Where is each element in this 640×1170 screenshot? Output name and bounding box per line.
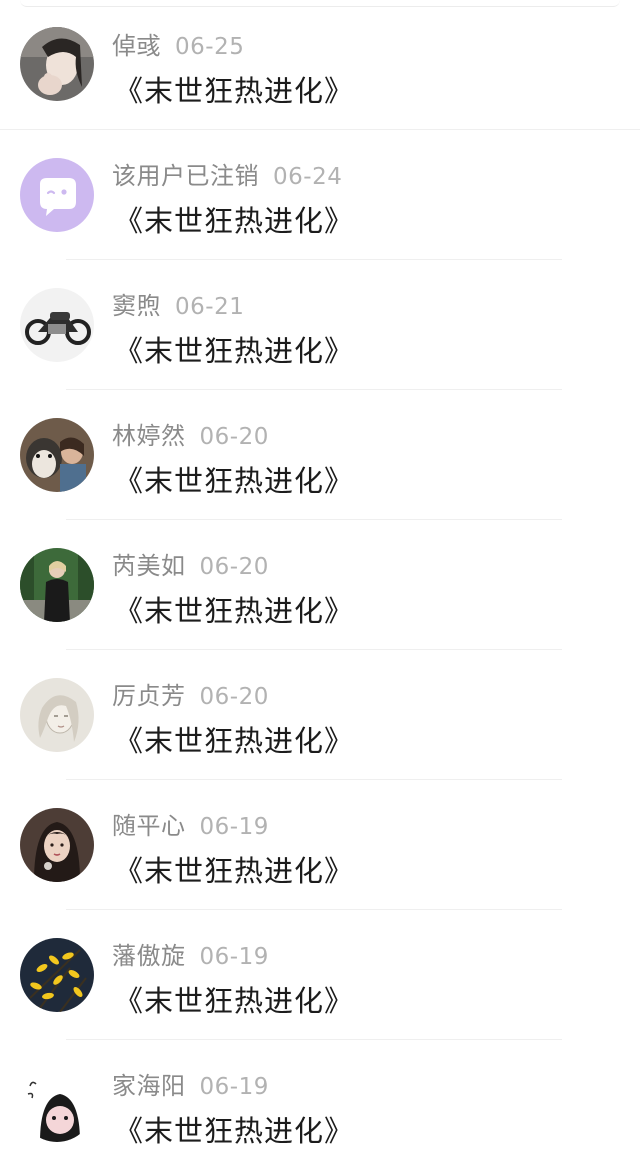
username[interactable]: 倬彧 <box>112 32 161 60</box>
book-title[interactable]: 《末世狂热进化》 <box>114 328 354 370</box>
avatar-woman-hand-icon <box>20 27 94 101</box>
list-item[interactable]: 该用户已注销 06-24 《末世狂热进化》 <box>0 130 640 260</box>
item-meta: 林婷然 06-20 <box>112 416 269 450</box>
item-meta: 随平心 06-19 <box>112 806 269 840</box>
post-date: 06-19 <box>199 944 269 970</box>
item-meta: 厉贞芳 06-20 <box>112 676 269 710</box>
item-meta: 倬彧 06-25 <box>112 26 245 60</box>
post-date: 06-20 <box>199 554 269 580</box>
motorcycle-icon <box>20 288 94 362</box>
username[interactable]: 芮美如 <box>112 552 186 580</box>
list-item[interactable]: 藩傲旋 06-19 《末世狂热进化》 <box>0 910 640 1040</box>
post-date: 06-25 <box>175 34 245 60</box>
username[interactable]: 窦煦 <box>112 292 161 320</box>
list-item[interactable]: 芮美如 06-20 《末世狂热进化》 <box>0 520 640 650</box>
list-item[interactable]: 倬彧 06-25 《末世狂热进化》 <box>0 0 640 130</box>
chat-bubble-icon <box>20 158 94 232</box>
username[interactable]: 藩傲旋 <box>112 942 186 970</box>
list-item[interactable]: 窦煦 06-21 《末世狂热进化》 <box>0 260 640 390</box>
username[interactable]: 厉贞芳 <box>112 682 186 710</box>
username[interactable]: 林婷然 <box>112 422 186 450</box>
post-date: 06-20 <box>199 424 269 450</box>
avatar[interactable] <box>20 938 94 1012</box>
username[interactable]: 该用户已注销 <box>112 162 259 190</box>
book-title[interactable]: 《末世狂热进化》 <box>114 458 354 500</box>
book-title[interactable]: 《末世狂热进化》 <box>114 978 354 1020</box>
sketch-girl-icon <box>20 678 94 752</box>
comment-feed: 倬彧 06-25 《末世狂热进化》 该用户已注销 06-24 《末世狂热进化》 <box>0 0 640 1148</box>
cartoon-ghost-icon <box>20 1068 94 1142</box>
item-meta: 该用户已注销 06-24 <box>112 156 343 190</box>
avatar[interactable] <box>20 1068 94 1142</box>
avatar[interactable] <box>20 27 94 101</box>
username[interactable]: 家海阳 <box>112 1072 186 1100</box>
username[interactable]: 随平心 <box>112 812 186 840</box>
yellow-flowers-icon <box>20 938 94 1012</box>
avatar[interactable] <box>20 808 94 882</box>
avatar[interactable] <box>20 548 94 622</box>
post-date: 06-19 <box>199 814 269 840</box>
book-title[interactable]: 《末世狂热进化》 <box>114 198 354 240</box>
woman-portrait-icon <box>20 808 94 882</box>
item-meta: 藩傲旋 06-19 <box>112 936 269 970</box>
item-meta: 家海阳 06-19 <box>112 1066 269 1100</box>
item-meta: 窦煦 06-21 <box>112 286 245 320</box>
post-date: 06-24 <box>273 164 343 190</box>
list-item[interactable]: 随平心 06-19 《末世狂热进化》 <box>0 780 640 910</box>
post-date: 06-21 <box>175 294 245 320</box>
book-title[interactable]: 《末世狂热进化》 <box>114 718 354 760</box>
avatar[interactable] <box>20 288 94 362</box>
list-item[interactable]: 林婷然 06-20 《末世狂热进化》 <box>0 390 640 520</box>
woman-in-forest-icon <box>20 548 94 622</box>
dog-and-girl-icon <box>20 418 94 492</box>
post-date: 06-20 <box>199 684 269 710</box>
avatar[interactable] <box>20 418 94 492</box>
book-title[interactable]: 《末世狂热进化》 <box>114 848 354 890</box>
book-title[interactable]: 《末世狂热进化》 <box>114 588 354 630</box>
list-item[interactable]: 厉贞芳 06-20 《末世狂热进化》 <box>0 650 640 780</box>
book-title[interactable]: 《末世狂热进化》 <box>114 1108 354 1150</box>
avatar[interactable] <box>20 678 94 752</box>
avatar[interactable] <box>20 158 94 232</box>
post-date: 06-19 <box>199 1074 269 1100</box>
list-item[interactable]: 家海阳 06-19 《末世狂热进化》 <box>0 1040 640 1170</box>
item-meta: 芮美如 06-20 <box>112 546 269 580</box>
book-title[interactable]: 《末世狂热进化》 <box>114 68 354 110</box>
